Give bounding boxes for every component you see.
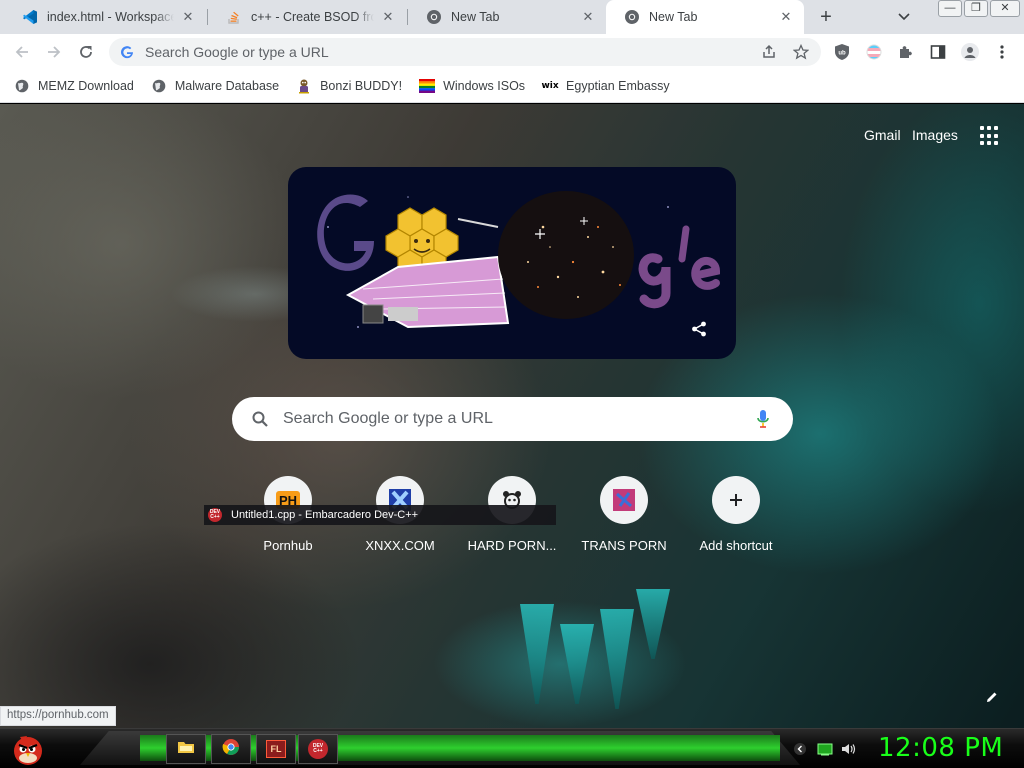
bookmark-label: Malware Database <box>174 79 280 93</box>
share-icon[interactable] <box>686 316 712 342</box>
tab-search-chevron-icon[interactable] <box>892 7 916 27</box>
devcpp-icon: DEV C++ <box>208 508 222 522</box>
extensions-puzzle-icon[interactable] <box>894 40 918 64</box>
devcpp-icon: DEV C++ <box>308 739 328 759</box>
forward-button[interactable] <box>41 39 67 65</box>
back-button[interactable] <box>9 39 35 65</box>
add-shortcut-button[interactable]: Add shortcut <box>680 474 792 574</box>
taskbar-file-explorer[interactable] <box>166 734 206 764</box>
address-bar-placeholder: Search Google or type a URL <box>145 44 329 60</box>
folder-icon <box>177 739 195 760</box>
chrome-icon <box>426 9 442 25</box>
background-image <box>520 604 554 704</box>
reload-button[interactable] <box>73 39 99 65</box>
globe-icon <box>14 78 30 94</box>
new-tab-button[interactable]: + <box>812 5 840 29</box>
restore-button[interactable]: ❐ <box>964 0 988 17</box>
taskbar-fl-studio[interactable]: FL <box>256 734 296 764</box>
menu-kebab-icon[interactable] <box>990 40 1014 64</box>
shortcut-trans-porn[interactable]: TRANS PORN <box>568 474 680 574</box>
microphone-icon[interactable] <box>753 409 773 429</box>
trans-flag-extension-icon[interactable] <box>862 40 886 64</box>
chevron-icon[interactable] <box>791 740 809 758</box>
vscode-icon <box>22 9 38 25</box>
shortcut-label: XNXX.COM <box>365 538 435 553</box>
minimize-button[interactable]: — <box>938 0 962 17</box>
bookmark-bonzi-buddy[interactable]: Bonzi BUDDY! <box>296 78 402 94</box>
bookmark-malware-database[interactable]: Malware Database <box>151 78 279 94</box>
tab-strip: index.html - Workspace ✕ c++ - Create BS… <box>0 0 1024 34</box>
close-icon[interactable]: ✕ <box>580 9 596 25</box>
chrome-icon <box>624 9 640 25</box>
background-image <box>560 624 594 704</box>
bookmark-egyptian-embassy[interactable]: wix Egyptian Embassy <box>541 78 670 94</box>
shortcut-label: Pornhub <box>263 538 313 553</box>
close-icon[interactable]: ✕ <box>180 9 196 25</box>
background-image <box>636 589 670 659</box>
search-box[interactable]: Search Google or type a URL <box>232 397 793 441</box>
wix-icon: wix <box>541 81 559 91</box>
tab-title: New Tab <box>451 10 500 24</box>
start-button[interactable] <box>8 730 48 768</box>
battery-icon[interactable] <box>816 740 834 758</box>
bookmark-label: Egyptian Embassy <box>566 79 670 93</box>
shortcut-label: TRANS PORN <box>581 538 667 553</box>
google-g-icon <box>119 44 135 60</box>
tab-new-tab-active[interactable]: New Tab ✕ <box>606 0 804 34</box>
svg-text:ub: ub <box>838 51 846 57</box>
customize-pencil-icon[interactable] <box>982 687 1002 707</box>
fl-studio-icon: FL <box>266 740 286 758</box>
tab-stackoverflow[interactable]: c++ - Create BSOD from ✕ <box>208 0 406 34</box>
shortcut-label: Add shortcut <box>699 538 773 553</box>
globe-icon <box>151 78 167 94</box>
taskbar-dev-cpp[interactable]: DEV C++ <box>298 734 338 764</box>
profile-avatar-icon[interactable] <box>958 40 982 64</box>
search-placeholder: Search Google or type a URL <box>283 410 493 427</box>
volume-icon[interactable] <box>840 740 858 758</box>
bookmark-star-icon[interactable] <box>793 44 809 60</box>
transporn-icon <box>600 476 648 524</box>
close-icon[interactable]: ✕ <box>778 9 794 25</box>
bookmark-memz[interactable]: MEMZ Download <box>14 78 134 94</box>
share-icon[interactable] <box>761 44 777 60</box>
tooltip-text: Untitled1.cpp - Embarcadero Dev-C++ <box>231 509 419 521</box>
tab-new-tab[interactable]: New Tab ✕ <box>408 0 606 34</box>
google-doodle[interactable] <box>288 167 736 359</box>
bookmark-label: Windows ISOs <box>443 79 526 93</box>
browser-toolbar: Search Google or type a URL ub <box>0 34 1024 70</box>
taskbar-chrome[interactable] <box>211 734 251 764</box>
windows-flag-icon <box>419 78 436 94</box>
side-panel-icon[interactable] <box>926 40 950 64</box>
close-window-button[interactable]: ✕ <box>990 0 1020 17</box>
taskbar <box>0 728 1024 768</box>
gmail-link[interactable]: Gmail <box>864 127 901 143</box>
status-bar-url: https://pornhub.com <box>0 706 116 726</box>
tab-title: c++ - Create BSOD from <box>251 10 374 24</box>
ublock-icon[interactable]: ub <box>830 40 854 64</box>
tab-title: New Tab <box>649 10 698 24</box>
bonzi-icon <box>296 78 312 94</box>
google-apps-grid-icon[interactable] <box>980 126 1000 146</box>
search-icon <box>250 409 270 429</box>
images-link[interactable]: Images <box>912 127 958 143</box>
plus-icon <box>712 476 760 524</box>
address-bar[interactable]: Search Google or type a URL <box>109 38 821 66</box>
angry-bird-icon <box>14 736 42 765</box>
background-image <box>600 609 634 709</box>
new-tab-page: Gmail Images Search Google or type a URL… <box>0 104 1024 728</box>
close-icon[interactable]: ✕ <box>380 9 396 25</box>
bookmark-label: MEMZ Download <box>38 79 134 93</box>
shortcut-label: HARD PORN... <box>467 538 557 553</box>
taskbar-clock[interactable]: 12:08 PM <box>878 733 1003 763</box>
tab-title: index.html - Workspace <box>47 10 174 24</box>
tab-vscode[interactable]: index.html - Workspace ✕ <box>4 0 206 34</box>
bookmark-windows-isos[interactable]: Windows ISOs <box>419 78 525 94</box>
window-tooltip: DEV C++ Untitled1.cpp - Embarcadero Dev-… <box>204 505 556 525</box>
stackoverflow-icon <box>226 9 242 25</box>
bookmark-label: Bonzi BUDDY! <box>320 79 403 93</box>
chrome-icon <box>222 738 240 761</box>
bookmarks-bar: MEMZ Download Malware Database Bonzi BUD… <box>0 70 1024 103</box>
